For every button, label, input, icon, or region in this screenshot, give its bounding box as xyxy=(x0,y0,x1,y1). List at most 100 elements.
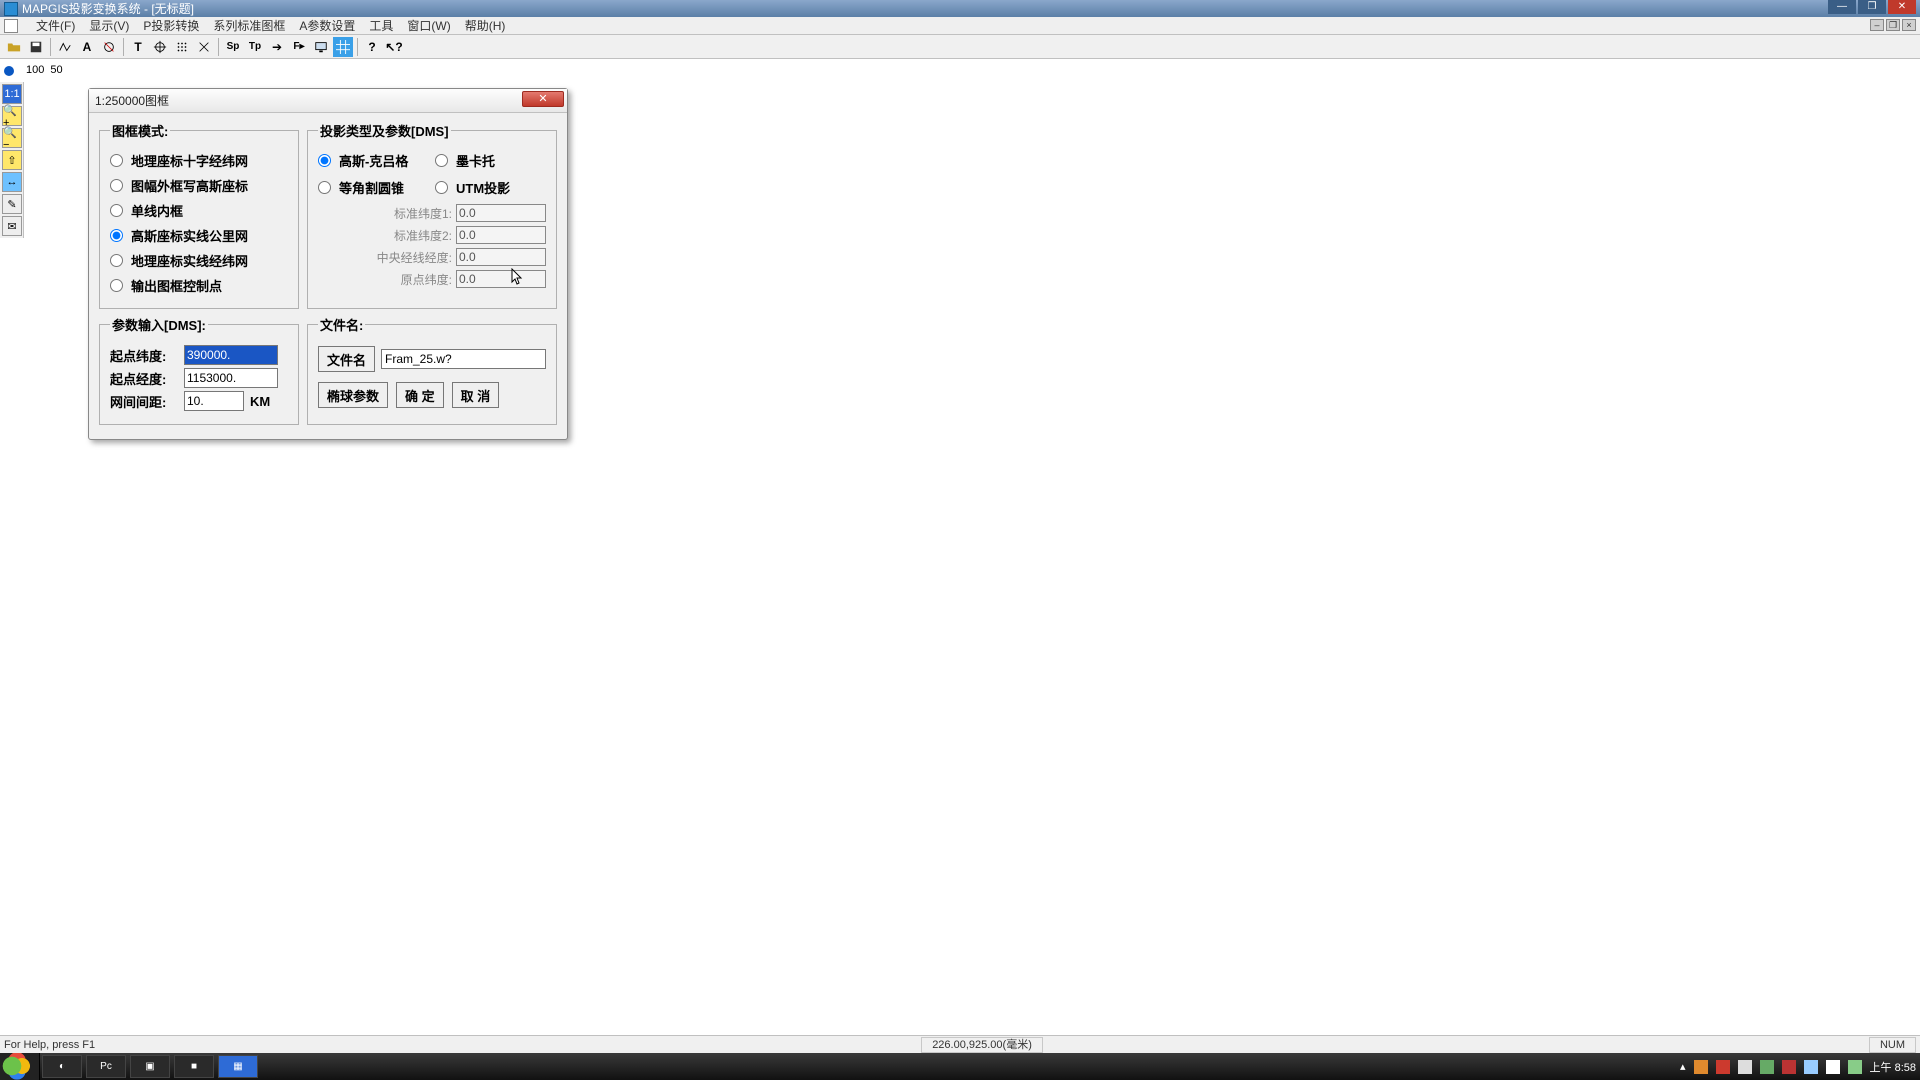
proj-label: 等角割圆锥 xyxy=(339,178,404,197)
menu-view[interactable]: 显示(V) xyxy=(89,17,129,34)
filename-browse-button[interactable]: 文件名 xyxy=(318,346,375,372)
start-lat-input[interactable] xyxy=(184,345,278,365)
frame-mode-label: 图幅外框写高斯座标 xyxy=(131,176,248,195)
zoom-in-button[interactable]: 🔍+ xyxy=(2,106,22,126)
edit-button[interactable]: ✎ xyxy=(2,194,22,214)
dialog-title: 1:250000图框 xyxy=(95,92,169,109)
sp-icon[interactable]: Sp xyxy=(223,37,243,57)
home-extent-button[interactable]: ⇧ xyxy=(2,150,22,170)
menu-window[interactable]: 窗口(W) xyxy=(407,17,450,34)
filename-input[interactable] xyxy=(381,349,546,369)
origin-lat-label: 原点纬度: xyxy=(401,271,452,288)
target-icon[interactable] xyxy=(150,37,170,57)
menu-series[interactable]: 系列标准图框 xyxy=(213,17,285,34)
ruler-tick: 100 xyxy=(26,64,44,76)
circle-icon[interactable] xyxy=(99,37,119,57)
tray-overflow-icon[interactable]: ▴ xyxy=(1680,1060,1686,1073)
start-button[interactable] xyxy=(0,1053,40,1080)
start-lon-input[interactable] xyxy=(184,368,278,388)
t-icon[interactable]: T xyxy=(128,37,148,57)
mail-button[interactable]: ✉ xyxy=(2,216,22,236)
std-lat2-input[interactable] xyxy=(456,226,546,244)
taskbar-item[interactable]: Pc xyxy=(86,1055,126,1078)
frame-mode-radio-2[interactable] xyxy=(110,204,123,217)
frame-mode-radio-4[interactable] xyxy=(110,254,123,267)
help-icon[interactable]: ? xyxy=(362,37,382,57)
frame-mode-radio-1[interactable] xyxy=(110,179,123,192)
taskbar-item-active[interactable]: ▦ xyxy=(218,1055,258,1078)
frame-mode-radio-0[interactable] xyxy=(110,154,123,167)
app-icon xyxy=(4,2,18,16)
tray-icon[interactable] xyxy=(1804,1060,1818,1074)
text-icon[interactable]: A xyxy=(77,37,97,57)
app-title: MAPGIS投影变换系统 - [无标题] xyxy=(22,0,194,17)
tray-icon[interactable] xyxy=(1782,1060,1796,1074)
polyline-icon[interactable] xyxy=(55,37,75,57)
tray-icon[interactable] xyxy=(1760,1060,1774,1074)
tray-icon[interactable] xyxy=(1716,1060,1730,1074)
toolbar-separator xyxy=(50,38,51,56)
proj-radio-3[interactable] xyxy=(435,181,448,194)
mdi-minimize-button[interactable]: – xyxy=(1870,19,1884,31)
taskbar-item[interactable]: ◐ xyxy=(42,1055,82,1078)
system-tray[interactable]: ▴ 上午 8:58 xyxy=(1680,1053,1916,1080)
tp-icon[interactable]: Tp xyxy=(245,37,265,57)
central-meridian-input[interactable] xyxy=(456,248,546,266)
fp-icon[interactable]: F▸ xyxy=(289,37,309,57)
tray-icon[interactable] xyxy=(1738,1060,1752,1074)
tray-volume-icon[interactable] xyxy=(1826,1060,1840,1074)
tray-icon[interactable] xyxy=(1694,1060,1708,1074)
ellipsoid-params-button[interactable]: 椭球参数 xyxy=(318,382,388,408)
dialog-close-button[interactable]: ✕ xyxy=(522,91,564,107)
proj-label: 墨卡托 xyxy=(456,151,495,170)
app-minimize-button[interactable]: — xyxy=(1828,0,1856,14)
fit-1to1-button[interactable]: 1:1 xyxy=(2,84,22,104)
toolbar-separator xyxy=(123,38,124,56)
frame-mode-label: 输出图框控制点 xyxy=(131,276,222,295)
menu-tools[interactable]: 工具 xyxy=(369,17,393,34)
taskbar-item[interactable]: ■ xyxy=(174,1055,214,1078)
app-close-button[interactable]: ✕ xyxy=(1888,0,1916,14)
bluegrid-icon[interactable] xyxy=(333,37,353,57)
pan-button[interactable]: ↔ xyxy=(2,172,22,192)
frame-mode-radio-3[interactable] xyxy=(110,229,123,242)
mdi-restore-button[interactable]: ❐ xyxy=(1886,19,1900,31)
ruler-origin-icon xyxy=(4,66,14,76)
frame-mode-label: 高斯座标实线公里网 xyxy=(131,226,248,245)
grid-spacing-unit: KM xyxy=(250,394,270,409)
menu-help[interactable]: 帮助(H) xyxy=(465,17,506,34)
menu-file[interactable]: 文件(F) xyxy=(36,17,75,34)
app-maximize-button[interactable]: ❐ xyxy=(1858,0,1886,14)
taskbar-item[interactable]: ▣ xyxy=(130,1055,170,1078)
x-icon[interactable] xyxy=(194,37,214,57)
status-num: NUM xyxy=(1869,1037,1916,1053)
save-icon[interactable] xyxy=(26,37,46,57)
mapframe-dialog: 1:250000图框 ✕ 图框模式: 地理座标十字经纬网 图幅外框写高斯座标 单… xyxy=(88,88,568,440)
windows-taskbar[interactable]: ◐ Pc ▣ ■ ▦ ▴ 上午 8:58 xyxy=(0,1053,1920,1080)
menu-proj[interactable]: P投影转换 xyxy=(143,17,199,34)
dialog-titlebar[interactable]: 1:250000图框 ✕ xyxy=(89,89,567,113)
frame-mode-radio-5[interactable] xyxy=(110,279,123,292)
open-icon[interactable] xyxy=(4,37,24,57)
std-lat2-label: 标准纬度2: xyxy=(394,227,452,244)
grid-dots-icon[interactable] xyxy=(172,37,192,57)
grid-spacing-input[interactable] xyxy=(184,391,244,411)
origin-lat-input[interactable] xyxy=(456,270,546,288)
mdi-close-button[interactable]: × xyxy=(1902,19,1916,31)
vertical-toolbar: 1:1 🔍+ 🔍− ⇧ ↔ ✎ ✉ xyxy=(0,82,24,238)
menu-aparam[interactable]: A参数设置 xyxy=(299,17,355,34)
std-lat1-input[interactable] xyxy=(456,204,546,222)
zoom-out-button[interactable]: 🔍− xyxy=(2,128,22,148)
proj-radio-2[interactable] xyxy=(318,181,331,194)
cancel-button[interactable]: 取 消 xyxy=(452,382,500,408)
ok-button[interactable]: 确 定 xyxy=(396,382,444,408)
proj-radio-1[interactable] xyxy=(435,154,448,167)
frame-mode-label: 单线内框 xyxy=(131,201,183,220)
tray-network-icon[interactable] xyxy=(1848,1060,1862,1074)
context-help-icon[interactable]: ↖? xyxy=(384,37,404,57)
arrow-right-icon[interactable]: ➔ xyxy=(267,37,287,57)
tray-clock[interactable]: 上午 8:58 xyxy=(1870,1059,1916,1075)
projection-group: 投影类型及参数[DMS] 高斯-克吕格 墨卡托 等角割圆锥 UTM投影 标准纬度… xyxy=(307,121,557,309)
proj-radio-0[interactable] xyxy=(318,154,331,167)
monitor-icon[interactable] xyxy=(311,37,331,57)
